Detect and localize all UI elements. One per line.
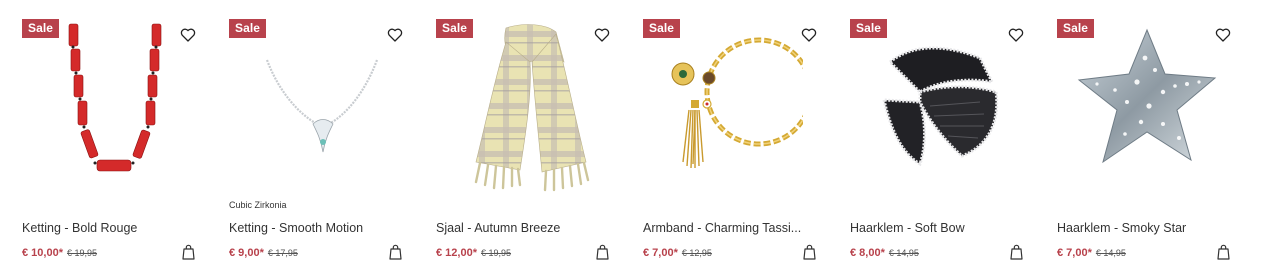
sale-badge: Sale <box>850 19 888 38</box>
product-image-necklace-red[interactable] <box>32 22 182 192</box>
original-price: € 14,95 <box>888 248 919 258</box>
price-row: € 9,00* € 17,95 <box>229 247 298 259</box>
original-price: € 19,95 <box>66 248 98 258</box>
product-card[interactable]: Sale Armband - Charming Tassi... € 7,00*… <box>643 0 850 270</box>
price-row: € 8,00* € 14,95 <box>850 247 919 259</box>
sale-price: € 10,00* <box>22 247 63 259</box>
product-card[interactable]: Sale Ketting - Bold Rouge € 10,00* € 19,9… <box>22 0 229 270</box>
sale-price: € 9,00* <box>229 247 264 259</box>
sale-badge: Sale <box>1057 19 1095 38</box>
price-row: € 12,00* € 19,95 <box>436 247 511 259</box>
product-title[interactable]: Ketting - Bold Rouge <box>22 221 137 235</box>
sale-badge: Sale <box>22 19 60 38</box>
add-to-cart-bag-icon[interactable] <box>1217 244 1230 260</box>
product-title[interactable]: Haarklem - Smoky Star <box>1057 221 1186 235</box>
product-card[interactable]: Sale Cubic Zirkonia Ketting - Smooth Mot… <box>229 0 436 270</box>
sale-price: € 7,00* <box>1057 247 1092 259</box>
product-image-bracelet-gold[interactable] <box>653 22 814 192</box>
sale-price: € 8,00* <box>850 247 885 259</box>
price-row: € 7,00* € 12,95 <box>643 247 712 259</box>
original-price: € 17,95 <box>267 248 298 258</box>
product-brand: Cubic Zirkonia <box>229 200 287 210</box>
product-card[interactable]: Sale Haarklem - Soft Bow € 8,00* € 14,95 <box>850 0 1057 270</box>
add-to-cart-bag-icon[interactable] <box>803 244 816 260</box>
wishlist-heart-icon[interactable] <box>594 27 610 43</box>
product-card[interactable]: Sale Sjaal - Autumn Breeze € 12,00* € 19,… <box>436 0 643 270</box>
product-title[interactable]: Ketting - Smooth Motion <box>229 221 363 235</box>
product-card[interactable]: Sale Haarklem - Smoky Star € 7,00* € 14,9… <box>1057 0 1262 270</box>
sale-price: € 7,00* <box>643 247 678 259</box>
add-to-cart-bag-icon[interactable] <box>389 244 402 260</box>
add-to-cart-bag-icon[interactable] <box>596 244 609 260</box>
price-row: € 10,00* € 19,95 <box>22 247 97 259</box>
wishlist-heart-icon[interactable] <box>387 27 403 43</box>
product-title[interactable]: Haarklem - Soft Bow <box>850 221 965 235</box>
original-price: € 14,95 <box>1095 248 1126 258</box>
wishlist-heart-icon[interactable] <box>1008 27 1024 43</box>
product-image-necklace-silver[interactable] <box>239 22 389 192</box>
price-row: € 7,00* € 14,95 <box>1057 247 1126 259</box>
wishlist-heart-icon[interactable] <box>801 27 817 43</box>
original-price: € 12,95 <box>681 248 712 258</box>
product-title[interactable]: Sjaal - Autumn Breeze <box>436 221 560 235</box>
product-title[interactable]: Armband - Charming Tassi... <box>643 221 801 235</box>
original-price: € 19,95 <box>480 248 512 258</box>
add-to-cart-bag-icon[interactable] <box>1010 244 1023 260</box>
product-image-hairclip-star[interactable] <box>1067 22 1217 192</box>
add-to-cart-bag-icon[interactable] <box>182 244 195 260</box>
sale-price: € 12,00* <box>436 247 477 259</box>
product-image-scarf[interactable] <box>446 22 596 192</box>
wishlist-heart-icon[interactable] <box>1215 27 1231 43</box>
product-image-hairclip-bow[interactable] <box>860 22 1010 192</box>
product-grid: Sale Ketting - Bold Rouge € 10,00* € 19,9… <box>0 0 1262 270</box>
sale-badge: Sale <box>643 19 681 38</box>
wishlist-heart-icon[interactable] <box>180 27 196 43</box>
sale-badge: Sale <box>229 19 267 38</box>
sale-badge: Sale <box>436 19 474 38</box>
